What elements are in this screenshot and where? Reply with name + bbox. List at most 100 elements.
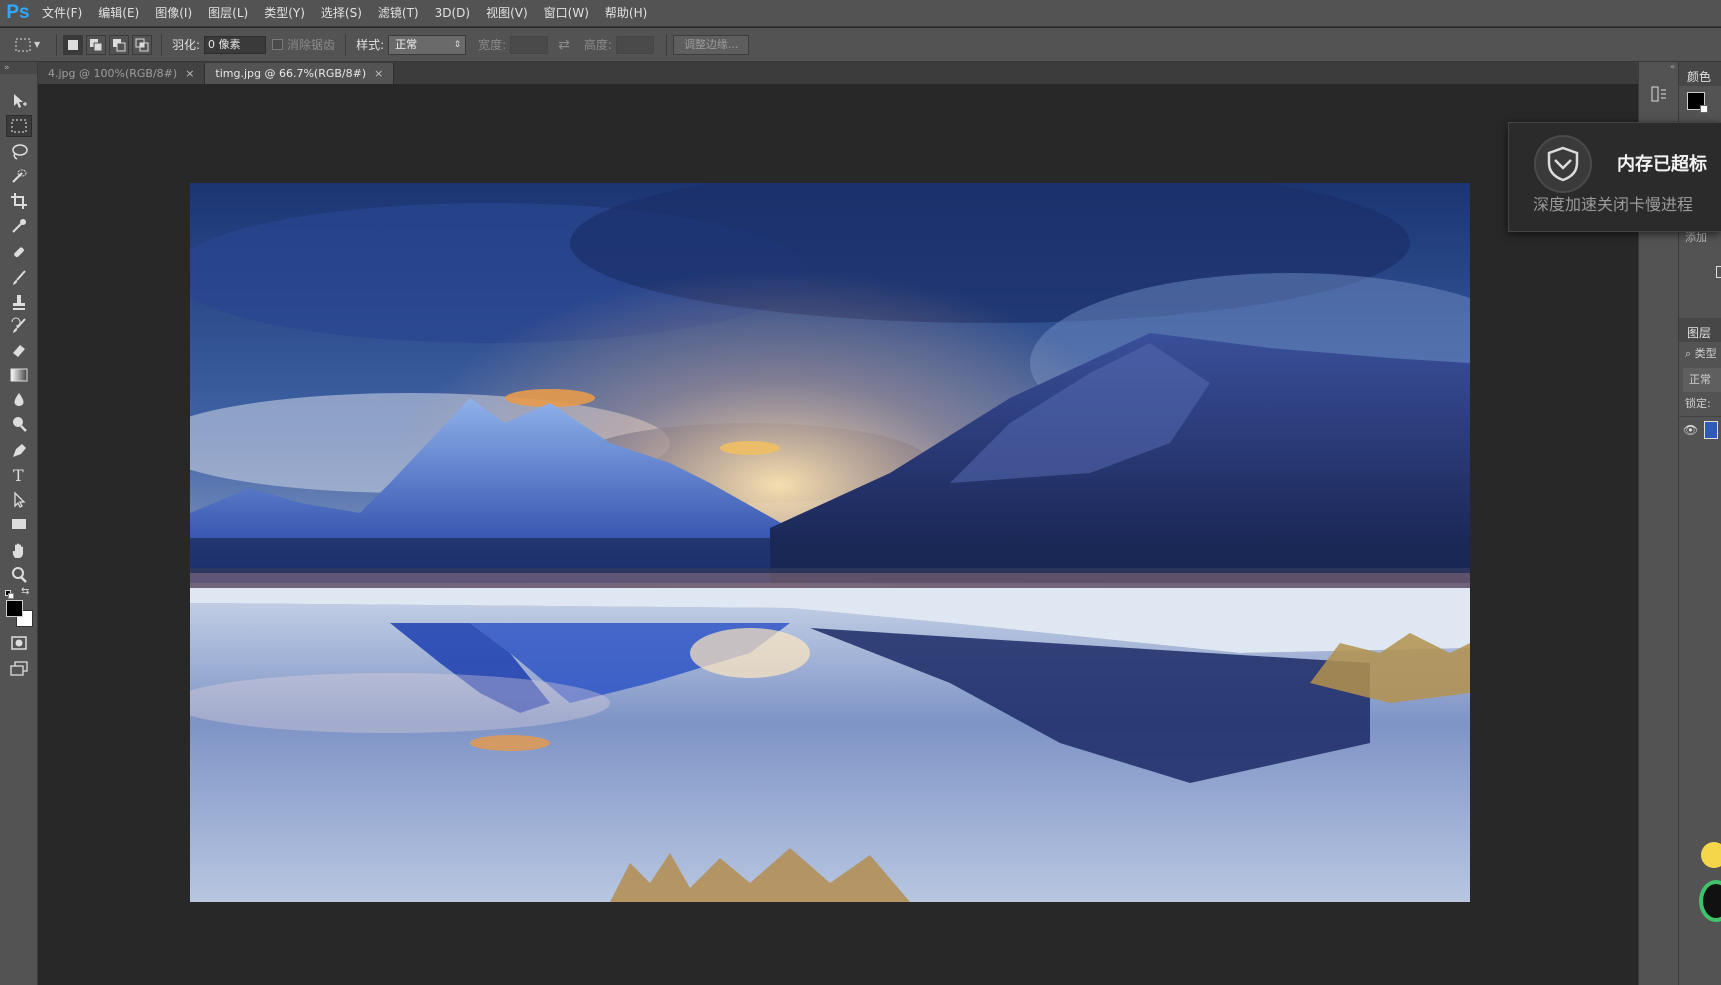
refine-edge-button[interactable]: 调整边缘... [672,34,750,55]
eyedropper-tool[interactable] [6,215,32,237]
swap-colors-icon[interactable]: ⇆ [21,586,29,597]
blend-mode-select[interactable]: 正常 [1683,368,1721,392]
intersect-selection-button[interactable] [132,34,152,55]
healing-brush-tool[interactable] [6,242,32,264]
quick-mask-button[interactable] [6,632,32,654]
screen-mode-icon [10,661,28,676]
tab-4-jpg[interactable]: 4.jpg @ 100%(RGB/8#) × [38,63,206,84]
eraser-tool[interactable] [6,339,32,361]
antialias-label: 消除锯齿 [287,38,336,52]
tab-layers[interactable]: 图层 [1679,318,1721,342]
crop-tool[interactable] [6,190,32,212]
screen-mode-button[interactable] [6,658,32,680]
blur-tool[interactable] [6,389,32,411]
tool-preset-picker[interactable]: ▼ [14,34,50,56]
tab-color[interactable]: 颜色 [1679,62,1721,86]
memory-warning-toast[interactable]: 内存已超标 深度加速关闭卡慢进程 [1508,122,1721,232]
search-icon: ⌕ [1685,347,1692,360]
height-input[interactable] [615,35,654,54]
tab-timg-jpg[interactable]: timg.jpg @ 66.7%(RGB/8#) × [205,63,395,84]
add-selection-icon [90,38,103,51]
foreground-color-swatch[interactable] [6,600,23,617]
path-select-tool[interactable] [6,489,32,511]
layer-row[interactable]: 👁 [1679,416,1721,442]
feather-input[interactable]: 0 像素 [204,35,267,54]
quick-select-tool[interactable] [6,165,32,187]
brush-tool[interactable] [6,267,32,289]
photoshop-logo[interactable]: Ps [2,0,34,27]
collapse-icon[interactable]: » [0,62,37,74]
type-tool[interactable]: T [6,464,32,486]
move-tool[interactable] [6,90,32,112]
style-select[interactable]: 正常 ⇕ [388,34,467,55]
lasso-tool[interactable] [6,140,32,162]
menu-edit[interactable]: 编辑(E) [90,0,147,27]
menu-select[interactable]: 选择(S) [313,0,370,27]
move-icon [14,94,27,108]
new-selection-button[interactable] [63,34,83,55]
clone-stamp-icon [13,295,25,310]
menu-type[interactable]: 类型(Y) [256,0,313,27]
document-image[interactable] [190,183,1470,902]
hand-tool[interactable] [6,540,32,562]
tools-panel: » T ⇆ [0,62,38,985]
history-panel-button[interactable] [1647,82,1671,106]
toast-subtitle[interactable]: 深度加速关闭卡慢进程 [1533,191,1693,215]
height-label: 高度: [583,38,612,52]
rect-marquee-icon [11,119,27,133]
gradient-icon [10,368,28,382]
history-brush-tool[interactable] [6,315,32,337]
shield-icon [1534,135,1592,193]
rectangle-shape-tool[interactable] [6,513,32,535]
close-icon[interactable]: × [185,63,194,84]
lock-label: 锁定: [1685,397,1711,410]
lasso-icon [12,144,28,160]
menu-3d[interactable]: 3D(D) [427,0,478,27]
divider [665,33,667,56]
layer-thumbnail [1704,420,1719,439]
intersect-selection-icon [135,38,149,51]
adjustment-icon[interactable] [1716,266,1721,278]
quick-mask-icon [11,636,27,650]
layer-kind-filter[interactable]: ⌕ 类型 [1679,342,1721,366]
subtract-selection-button[interactable] [109,34,129,55]
menu-help[interactable]: 帮助(H) [597,0,655,27]
add-selection-button[interactable] [86,34,106,55]
eye-icon[interactable]: 👁 [1683,423,1698,437]
swap-dimensions-icon[interactable]: ⇄ [558,37,570,53]
menu-window[interactable]: 窗口(W) [536,0,597,27]
close-icon[interactable]: × [374,63,383,84]
width-label: 宽度: [478,38,507,52]
pen-tool[interactable] [6,440,32,462]
tab-label: 4.jpg @ 100%(RGB/8#) [48,67,178,80]
menu-view[interactable]: 视图(V) [478,0,536,27]
type-icon: T [13,466,24,484]
collapse-panels-icon[interactable]: « [1639,62,1678,72]
history-icon [1651,86,1666,102]
menu-file[interactable]: 文件(F) [34,0,90,27]
svg-text:T: T [13,466,24,484]
toast-title: 内存已超标 [1617,154,1707,175]
color-swatch-preview[interactable] [1687,92,1708,113]
width-input[interactable] [510,35,549,54]
healing-brush-icon [14,247,24,258]
antialias-checkbox[interactable] [272,39,284,50]
new-selection-icon [68,39,78,50]
rectangle-shape-icon [12,519,26,529]
path-select-icon [14,491,26,508]
default-colors-icon[interactable] [5,590,15,600]
quick-select-icon [12,169,27,183]
floating-assistant-icon[interactable] [1699,842,1721,922]
clone-stamp-tool[interactable] [6,291,32,313]
subtract-selection-icon [113,38,126,51]
zoom-tool[interactable] [6,564,32,586]
menu-layer[interactable]: 图层(L) [200,0,256,27]
canvas-area[interactable] [39,84,1637,985]
gradient-tool[interactable] [6,364,32,386]
rect-marquee-tool[interactable] [6,115,32,137]
style-select-value: 正常 [395,37,418,51]
chevron-down-icon: ▼ [34,40,41,49]
menu-filter[interactable]: 滤镜(T) [370,0,427,27]
dodge-tool[interactable] [6,413,32,435]
menu-image[interactable]: 图像(I) [147,0,200,27]
